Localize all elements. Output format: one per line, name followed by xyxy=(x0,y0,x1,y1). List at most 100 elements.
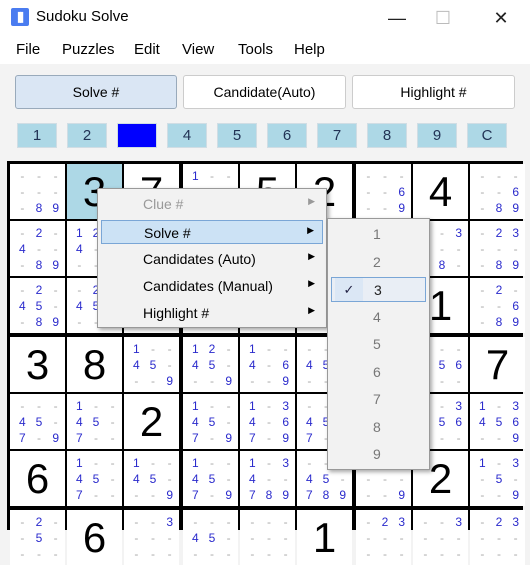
cell-r5c4[interactable]: 1--45-7-9 xyxy=(183,394,238,449)
candidate: - xyxy=(366,185,371,199)
menu-file[interactable]: File xyxy=(16,41,40,58)
candidate: 3 xyxy=(282,399,289,413)
digit-button-2[interactable]: 2 xyxy=(67,123,107,148)
candidate: - xyxy=(20,201,25,215)
menu-candidates-manual[interactable]: Candidates (Manual) ▶ xyxy=(101,274,323,298)
minimize-icon[interactable]: — xyxy=(374,0,420,36)
menu-view[interactable]: View xyxy=(182,41,214,58)
menu-highlight[interactable]: Highlight # ▶ xyxy=(101,301,323,325)
cell-value: 6 xyxy=(82,513,107,561)
cell-r7c5[interactable]: --------- xyxy=(240,510,295,565)
cell-r3c9[interactable]: -2---6-89 xyxy=(470,278,525,333)
cell-r7c2[interactable]: 6 xyxy=(67,510,122,565)
submenu-item-9[interactable]: 9 xyxy=(331,442,426,467)
title-bar: ▐▌ Sudoku Solve — ☐ ✕ xyxy=(0,0,530,36)
menu-edit[interactable]: Edit xyxy=(134,41,160,58)
app-icon: ▐▌ xyxy=(11,8,29,26)
candidate: - xyxy=(20,258,25,272)
cell-r2c9[interactable]: -23----89 xyxy=(470,221,525,276)
cell-r4c2[interactable]: 8 xyxy=(67,337,122,392)
cell-r4c5[interactable]: 1--4-6--9 xyxy=(240,337,295,392)
candidate: 3 xyxy=(398,515,405,529)
candidate: - xyxy=(193,515,198,529)
cell-r7c6[interactable]: 1 xyxy=(297,510,352,565)
cell-r6c4[interactable]: 1--45-7-9 xyxy=(183,451,238,506)
cell-r3c1[interactable]: -2-45--89 xyxy=(10,278,65,333)
highlight-button[interactable]: Highlight # xyxy=(352,75,515,109)
cell-r2c1[interactable]: -2-4---89 xyxy=(10,221,65,276)
cell-r6c2[interactable]: 1--45-7-- xyxy=(67,451,122,506)
submenu-item-6[interactable]: 6 xyxy=(331,360,426,385)
digit-button-6[interactable]: 6 xyxy=(267,123,307,148)
digit-button-7[interactable]: 7 xyxy=(317,123,357,148)
candidate: - xyxy=(110,431,115,445)
submenu-item-8[interactable]: 8 xyxy=(331,415,426,440)
close-icon[interactable]: ✕ xyxy=(478,0,524,36)
candidate: - xyxy=(513,472,518,486)
candidate-grid: 1-34--789 xyxy=(244,455,294,503)
candidate: - xyxy=(36,169,41,183)
cell-r7c9[interactable]: -23------ xyxy=(470,510,525,565)
menu-puzzles[interactable]: Puzzles xyxy=(62,41,115,58)
cell-r6c3[interactable]: 1--45---9 xyxy=(124,451,179,506)
menu-clue[interactable]: Clue # ▶ xyxy=(101,192,323,216)
cell-r1c1[interactable]: -------89 xyxy=(10,164,65,219)
cell-r5c2[interactable]: 1--45-7-- xyxy=(67,394,122,449)
submenu-item-1[interactable]: 1 xyxy=(331,222,426,247)
candidate: - xyxy=(134,374,139,388)
candidate: 2 xyxy=(35,283,43,297)
maximize-icon[interactable]: ☐ xyxy=(420,0,466,36)
digit-button-1[interactable]: 1 xyxy=(17,123,57,148)
menu-candidates-auto[interactable]: Candidates (Auto) ▶ xyxy=(101,247,323,271)
candidate: - xyxy=(399,531,404,545)
submenu-item-2[interactable]: 2 xyxy=(331,250,426,275)
solve-mode-button[interactable]: Solve # xyxy=(15,75,177,109)
digit-button-8[interactable]: 8 xyxy=(367,123,407,148)
candidate: - xyxy=(366,515,371,529)
candidate: - xyxy=(53,169,58,183)
cell-r4c9[interactable]: 7 xyxy=(470,337,525,392)
candidate: - xyxy=(110,456,115,470)
cell-r5c3[interactable]: 2 xyxy=(124,394,179,449)
cell-r6c1[interactable]: 6 xyxy=(10,451,65,506)
menu-help[interactable]: Help xyxy=(294,41,325,58)
candidate: - xyxy=(496,242,501,256)
submenu-item-4[interactable]: 4 xyxy=(331,305,426,330)
cell-r1c9[interactable]: -----6-89 xyxy=(470,164,525,219)
cell-r1c7[interactable]: -----6--9 xyxy=(356,164,411,219)
digit-button-5[interactable]: 5 xyxy=(217,123,257,148)
digit-button-9[interactable]: 9 xyxy=(417,123,457,148)
cell-r6c9[interactable]: 1-3-5---9 xyxy=(470,451,525,506)
cell-r1c8[interactable]: 4 xyxy=(413,164,468,219)
submenu-item-7[interactable]: 7 xyxy=(331,387,426,412)
candidate: - xyxy=(382,531,387,545)
candidate: - xyxy=(110,472,115,486)
candidate: - xyxy=(439,547,444,561)
cell-r5c5[interactable]: 1-34-67-9 xyxy=(240,394,295,449)
candidate-auto-button[interactable]: Candidate(Auto) xyxy=(183,75,346,109)
cell-r7c8[interactable]: --3------ xyxy=(413,510,468,565)
cell-r7c1[interactable]: -2--5---- xyxy=(10,510,65,565)
cell-r6c5[interactable]: 1-34--789 xyxy=(240,451,295,506)
clear-button[interactable]: C xyxy=(467,123,507,148)
menu-solve[interactable]: Solve # ▶ xyxy=(101,220,323,244)
digit-button-3[interactable]: 3 xyxy=(117,123,157,148)
cell-r4c3[interactable]: 1--45---9 xyxy=(124,337,179,392)
submenu-item-3[interactable]: ✓ 3 xyxy=(331,277,426,302)
cell-r7c4[interactable]: ---45---- xyxy=(183,510,238,565)
candidate: - xyxy=(266,374,271,388)
candidate: 6 xyxy=(455,358,462,372)
cell-r4c4[interactable]: 12-45---9 xyxy=(183,337,238,392)
submenu-item-5[interactable]: 5 xyxy=(331,332,426,357)
checkmark-icon: ✓ xyxy=(335,278,363,301)
cell-r5c1[interactable]: ---45-7-9 xyxy=(10,394,65,449)
cell-value: 1 xyxy=(428,281,453,329)
menu-tools[interactable]: Tools xyxy=(238,41,273,58)
cell-r5c9[interactable]: 1-3456--9 xyxy=(470,394,525,449)
cell-r4c1[interactable]: 3 xyxy=(10,337,65,392)
digit-button-4[interactable]: 4 xyxy=(167,123,207,148)
candidate: - xyxy=(53,226,58,240)
candidate-grid: 1--45---9 xyxy=(128,341,178,389)
cell-r7c7[interactable]: -23------ xyxy=(356,510,411,565)
cell-r7c3[interactable]: --3------ xyxy=(124,510,179,565)
